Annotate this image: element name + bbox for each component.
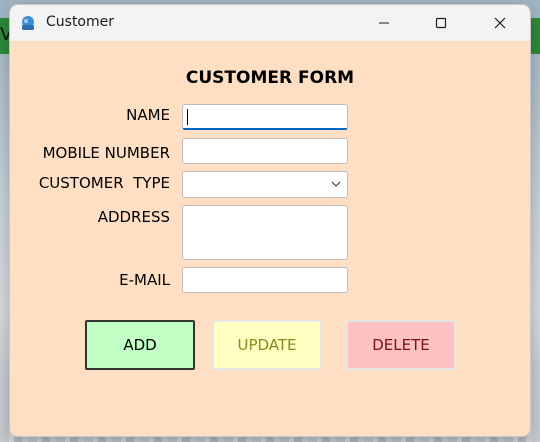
customer-window: Customer CUSTOMER FORM NAME MOBILE NUMBE… xyxy=(10,5,530,436)
close-icon xyxy=(494,17,506,29)
app-icon xyxy=(19,14,37,32)
window-title: Customer xyxy=(46,14,115,30)
email-label: E-MAIL xyxy=(119,271,170,289)
text-caret xyxy=(187,109,188,125)
title-bar[interactable]: Customer xyxy=(10,5,530,41)
close-button[interactable] xyxy=(477,5,523,41)
form-heading: CUSTOMER FORM xyxy=(185,68,355,88)
mobile-number-input[interactable] xyxy=(182,138,348,164)
name-label: NAME xyxy=(126,106,170,124)
add-button[interactable]: ADD xyxy=(85,320,195,370)
update-button[interactable]: UPDATE xyxy=(212,320,322,370)
address-textarea[interactable] xyxy=(182,205,348,260)
chevron-down-icon xyxy=(331,181,341,187)
customer-type-label: CUSTOMER TYPE xyxy=(38,174,170,192)
address-label: ADDRESS xyxy=(97,208,170,226)
maximize-icon xyxy=(435,17,447,29)
delete-button[interactable]: DELETE xyxy=(346,320,456,370)
minimize-button[interactable] xyxy=(361,5,407,41)
customer-type-select[interactable] xyxy=(182,171,348,198)
name-input[interactable] xyxy=(182,104,348,130)
email-input[interactable] xyxy=(182,267,348,293)
minimize-icon xyxy=(379,22,389,24)
mobile-number-label: MOBILE NUMBER xyxy=(42,144,170,162)
maximize-button[interactable] xyxy=(418,5,464,41)
